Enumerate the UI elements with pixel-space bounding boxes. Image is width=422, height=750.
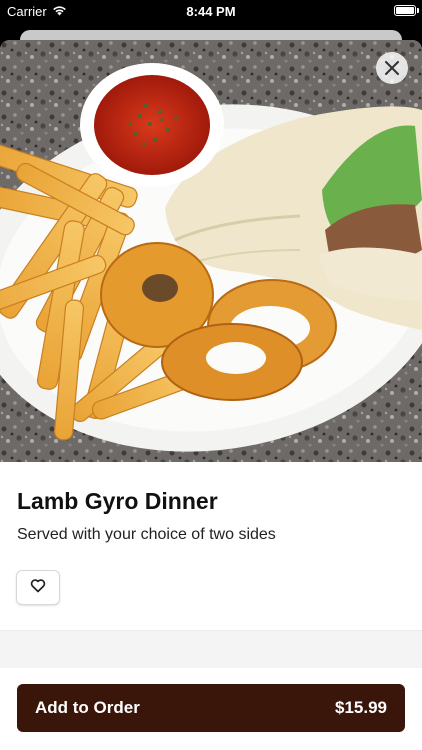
- screen: Carrier 8:44 PM Lamb Gyro Dinner Served …: [0, 0, 422, 750]
- bottom-action-bar: Add to Order $15.99: [0, 668, 422, 750]
- status-time: 8:44 PM: [186, 4, 236, 19]
- item-title: Lamb Gyro Dinner: [17, 488, 218, 514]
- item-detail-sheet: Lamb Gyro Dinner Served with your choice…: [0, 40, 422, 750]
- close-icon: [385, 61, 399, 75]
- add-to-order-button[interactable]: Add to Order $15.99: [17, 684, 405, 732]
- status-bar: Carrier 8:44 PM: [0, 0, 422, 24]
- item-photo: [0, 40, 422, 462]
- item-price: $15.99: [335, 698, 387, 717]
- heart-icon: [30, 578, 46, 598]
- section-divider: [0, 630, 422, 670]
- item-description: Served with your choice of two sides: [17, 526, 276, 543]
- add-to-order-label: Add to Order: [35, 698, 140, 717]
- status-right: [394, 5, 419, 16]
- close-button[interactable]: [376, 52, 408, 84]
- battery-icon: [394, 5, 419, 16]
- favorite-button[interactable]: [16, 570, 60, 605]
